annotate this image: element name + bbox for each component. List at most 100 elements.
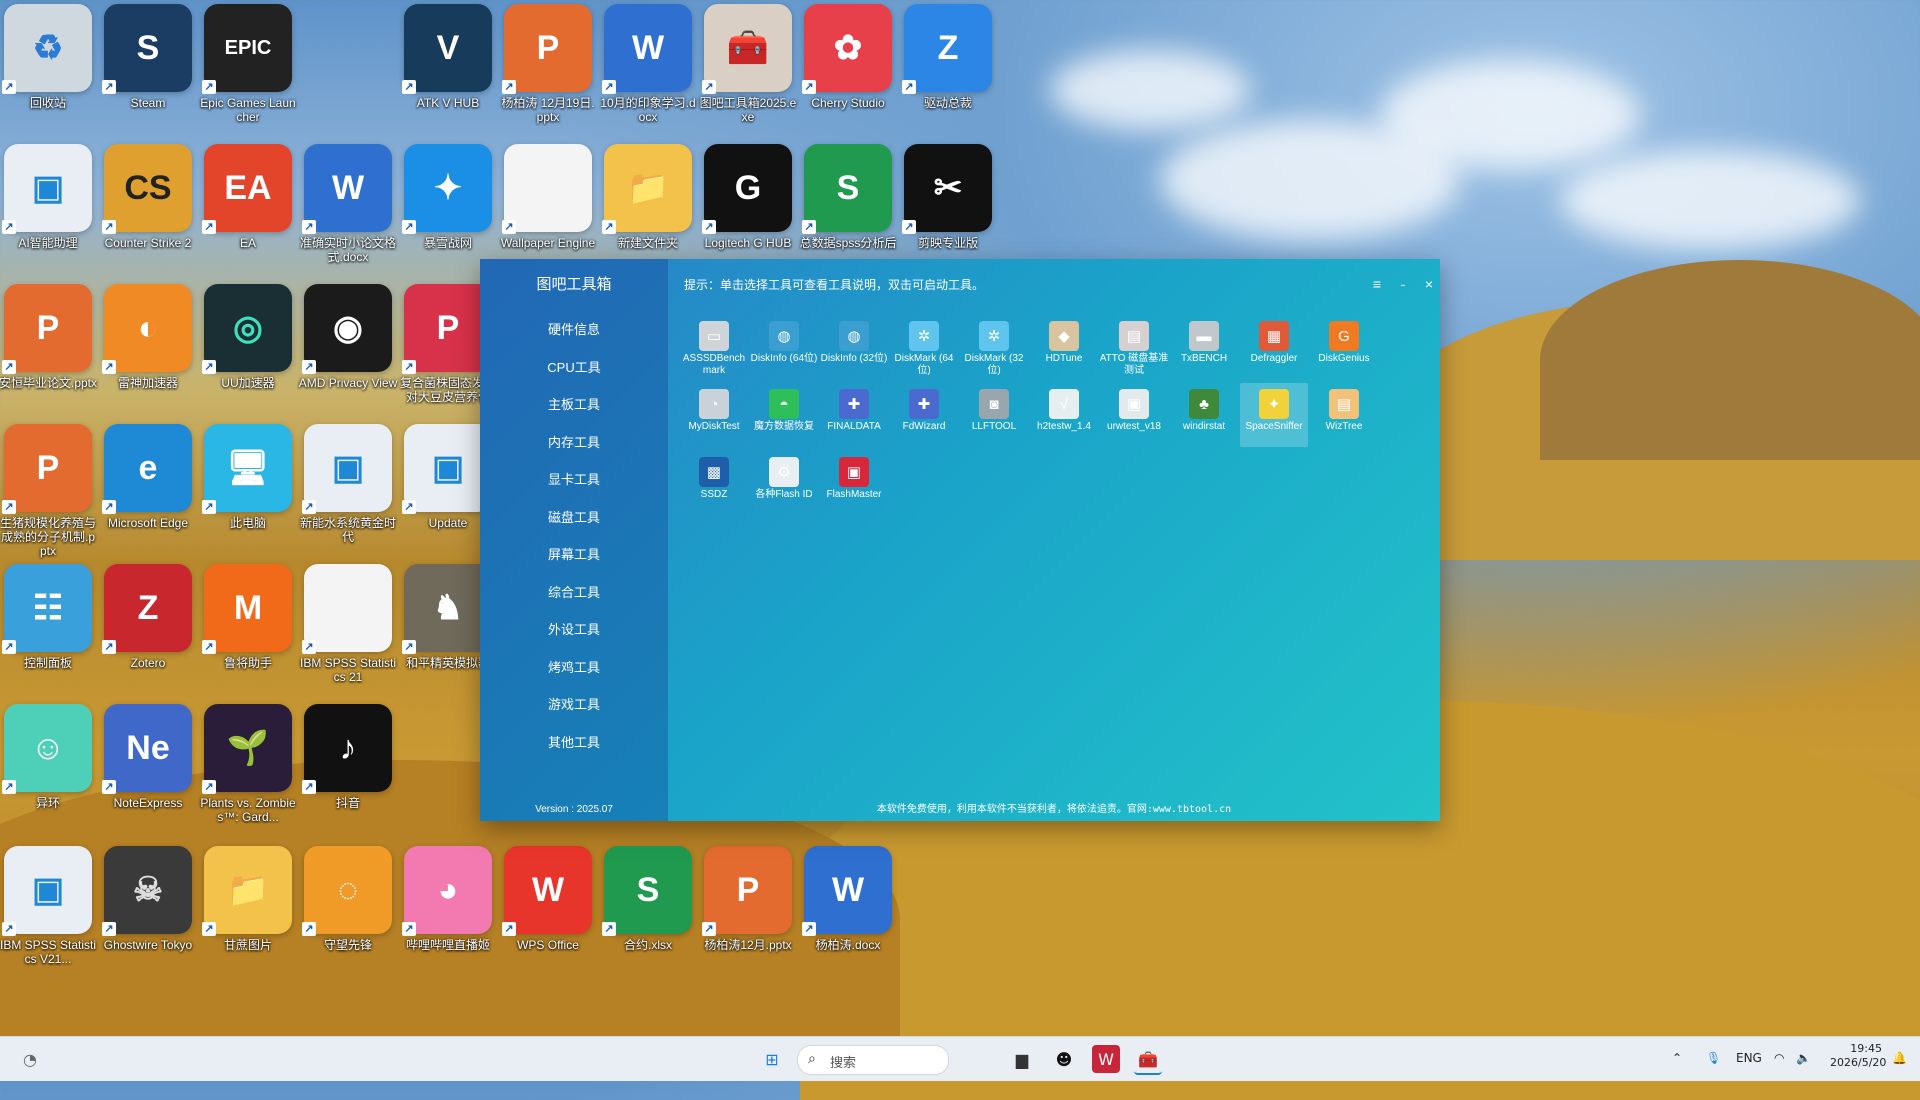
desktop-icon[interactable]: W ↗ 准确实时小论文格式.docx bbox=[300, 144, 396, 284]
desktop-icon[interactable]: ▣ ↗ IBM SPSS Statistics V21... bbox=[0, 846, 96, 986]
desktop-icon[interactable]: S ↗ Steam bbox=[100, 4, 196, 144]
tool-item[interactable]: ◓ 魔方数据恢复 bbox=[750, 383, 818, 447]
desktop-icon[interactable]: ↗ IBM SPSS Statistics 21 bbox=[300, 564, 396, 704]
desktop-icon[interactable]: P ↗ 杨柏涛12月.pptx bbox=[700, 846, 796, 986]
desktop-icon[interactable]: 🌱 ↗ Plants vs. Zombies™: Gard... bbox=[200, 704, 296, 844]
language-indicator[interactable]: ENG bbox=[1736, 1051, 1762, 1065]
category-item[interactable]: 主板工具 bbox=[480, 386, 668, 424]
category-item[interactable]: 显卡工具 bbox=[480, 461, 668, 499]
desktop-icon[interactable]: P ↗ 生猪规模化养殖与成熟的分子机制.pptx bbox=[0, 424, 96, 564]
app-icon: EPIC ↗ bbox=[202, 4, 292, 94]
tool-item[interactable]: ✚ FINALDATA bbox=[820, 383, 888, 447]
tool-item[interactable]: ▣ urwtest_v18 bbox=[1100, 383, 1168, 447]
tool-item[interactable]: ◔ MyDiskTest bbox=[680, 383, 748, 447]
desktop-icon[interactable]: ☺ ↗ 异环 bbox=[0, 704, 96, 844]
qq-icon[interactable]: ☻ bbox=[1050, 1045, 1078, 1073]
tool-item[interactable]: ◙ LLFTOOL bbox=[960, 383, 1028, 447]
tool-item[interactable]: ⚙ 各种Flash ID bbox=[750, 451, 818, 515]
wifi-icon[interactable]: ◠ bbox=[1774, 1051, 1784, 1065]
tool-item[interactable]: ◍ DiskInfo (64位) bbox=[750, 315, 818, 379]
desktop-icon[interactable]: EPIC ↗ Epic Games Launcher bbox=[200, 4, 296, 144]
close-button[interactable]: × bbox=[1418, 273, 1440, 295]
microphone-icon[interactable]: 🎙 bbox=[1706, 1051, 1721, 1065]
toolbox-taskbar-icon[interactable]: 🧰 bbox=[1134, 1045, 1162, 1075]
shortcut-arrow-icon: ↗ bbox=[102, 360, 116, 374]
clock[interactable]: 19:45 2026/5/20 bbox=[1830, 1042, 1886, 1070]
tool-item[interactable]: ✲ DiskMark (32位) bbox=[960, 315, 1028, 379]
desktop-icon[interactable]: W ↗ 杨柏涛.docx bbox=[800, 846, 896, 986]
desktop-icon[interactable]: ☠ ↗ Ghostwire Tokyo bbox=[100, 846, 196, 986]
category-item[interactable]: 游戏工具 bbox=[480, 686, 668, 724]
desktop-icon[interactable]: W ↗ 10月的印象学习.docx bbox=[600, 4, 696, 144]
desktop-icon[interactable]: Z ↗ 驱动总裁 bbox=[900, 4, 996, 144]
desktop-icon[interactable]: ◕ ↗ 哔哩哔哩直播姬 bbox=[400, 846, 496, 986]
desktop-icon[interactable]: ▣ ↗ AI智能助理 bbox=[0, 144, 96, 284]
tool-item[interactable]: G DiskGenius bbox=[1310, 315, 1378, 379]
desktop-icon[interactable]: ◌ ↗ 守望先锋 bbox=[300, 846, 396, 986]
app-icon: S ↗ bbox=[802, 144, 892, 234]
menu-button[interactable]: ≡ bbox=[1366, 273, 1388, 295]
start-button[interactable]: ⊞ bbox=[758, 1045, 786, 1073]
tool-item[interactable]: ✲ DiskMark (64位) bbox=[890, 315, 958, 379]
desktop-icon[interactable]: 📁 ↗ 甘蔗图片 bbox=[200, 846, 296, 986]
desktop-icon[interactable]: CS ↗ Counter Strike 2 bbox=[100, 144, 196, 284]
desktop-icon[interactable]: ✿ ↗ Cherry Studio bbox=[800, 4, 896, 144]
category-item[interactable]: 内存工具 bbox=[480, 424, 668, 462]
category-item[interactable]: 烤鸡工具 bbox=[480, 649, 668, 687]
desktop-icon[interactable]: V ↗ ATK V HUB bbox=[400, 4, 496, 144]
desktop-icon[interactable]: ▣ ↗ 新能水系统黄金时代 bbox=[300, 424, 396, 564]
category-item[interactable]: 屏幕工具 bbox=[480, 536, 668, 574]
category-item[interactable]: 综合工具 bbox=[480, 574, 668, 612]
tool-item[interactable]: ▭ ASSSDBench mark bbox=[680, 315, 748, 379]
tool-item[interactable]: ✦ SpaceSniffer bbox=[1240, 383, 1308, 447]
tool-icon: ◍ bbox=[769, 321, 799, 351]
desktop-icon-label: 杨柏涛 12月19日.pptx bbox=[501, 96, 595, 124]
tool-item[interactable]: ◍ DiskInfo (32位) bbox=[820, 315, 888, 379]
desktop-icon[interactable]: ♻ ↗ 回收站 bbox=[0, 4, 96, 144]
desktop-icon[interactable]: Ne ↗ NoteExpress bbox=[100, 704, 196, 844]
tool-item[interactable]: ✚ FdWizard bbox=[890, 383, 958, 447]
desktop-icon[interactable]: ◎ ↗ UU加速器 bbox=[200, 284, 296, 424]
tool-item[interactable]: ▤ WizTree bbox=[1310, 383, 1378, 447]
tool-item[interactable]: ▤ ATTO 磁盘基准测试 bbox=[1100, 315, 1168, 379]
desktop-icon[interactable]: P ↗ 安恒毕业论文.pptx bbox=[0, 284, 97, 424]
desktop-icon[interactable]: ♪ ↗ 抖音 bbox=[300, 704, 396, 844]
desktop-icon[interactable]: 🧰 ↗ 图吧工具箱2025.exe bbox=[700, 4, 796, 144]
tool-icon: ◔ bbox=[699, 389, 729, 419]
desktop-icon[interactable]: ◉ ↗ AMD Privacy View bbox=[299, 284, 397, 424]
desktop-icon-label: ATK V HUB bbox=[416, 96, 480, 110]
app-icon: W ↗ bbox=[302, 144, 392, 234]
volume-icon[interactable]: 🔈 bbox=[1796, 1051, 1811, 1065]
widgets-icon[interactable]: ◔ bbox=[16, 1045, 44, 1073]
desktop-icon[interactable]: ☷ ↗ 控制面板 bbox=[0, 564, 96, 704]
tool-item[interactable]: ◆ HDTune bbox=[1030, 315, 1098, 379]
task-view-icon[interactable]: ▆ bbox=[1008, 1045, 1036, 1073]
category-item[interactable]: 硬件信息 bbox=[480, 311, 668, 349]
desktop-icon[interactable]: P ↗ 杨柏涛 12月19日.pptx bbox=[500, 4, 596, 144]
desktop-icon[interactable]: M ↗ 鲁将助手 bbox=[200, 564, 296, 704]
shortcut-arrow-icon: ↗ bbox=[502, 922, 516, 936]
tool-item[interactable]: ▣ FlashMaster bbox=[820, 451, 888, 515]
desktop-icon[interactable]: ◐ ↗ 雷神加速器 bbox=[100, 284, 196, 424]
search-icon: ⌕ bbox=[808, 1051, 816, 1067]
tool-item[interactable]: ▩ SSDZ bbox=[680, 451, 748, 515]
tool-item[interactable]: √ h2testw_1.4 bbox=[1030, 383, 1098, 447]
tool-item[interactable]: ▦ Defraggler bbox=[1240, 315, 1308, 379]
taskbar-search[interactable]: ⌕ 搜索 bbox=[797, 1045, 949, 1075]
desktop-icon[interactable]: Z ↗ Zotero bbox=[100, 564, 196, 704]
minimize-button[interactable]: - bbox=[1392, 273, 1414, 295]
category-item[interactable]: 外设工具 bbox=[480, 611, 668, 649]
category-item[interactable]: CPU工具 bbox=[480, 349, 668, 387]
tool-item[interactable]: ♣ windirstat bbox=[1170, 383, 1238, 447]
desktop-icon[interactable]: e ↗ Microsoft Edge bbox=[100, 424, 196, 564]
tool-item[interactable]: ▬ TxBENCH bbox=[1170, 315, 1238, 379]
desktop-icon[interactable]: 🖥 ↗ 此电脑 bbox=[200, 424, 296, 564]
category-item[interactable]: 其他工具 bbox=[480, 724, 668, 762]
notification-icon[interactable]: 🔔 bbox=[1892, 1051, 1907, 1065]
desktop-icon[interactable]: EA ↗ EA bbox=[200, 144, 296, 284]
category-item[interactable]: 磁盘工具 bbox=[480, 499, 668, 537]
wps-taskbar-icon[interactable]: W bbox=[1092, 1045, 1120, 1073]
desktop-icon[interactable]: W ↗ WPS Office bbox=[500, 846, 596, 986]
desktop-icon[interactable]: S ↗ 合约.xlsx bbox=[600, 846, 696, 986]
chevron-up-icon[interactable]: ⌃ bbox=[1672, 1051, 1682, 1065]
